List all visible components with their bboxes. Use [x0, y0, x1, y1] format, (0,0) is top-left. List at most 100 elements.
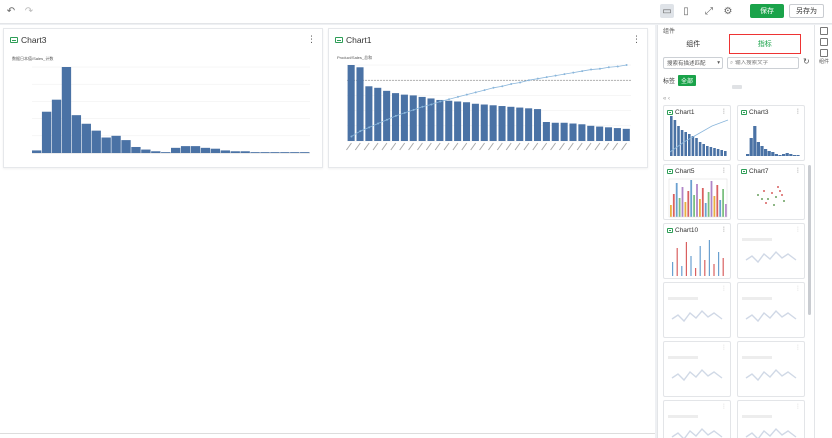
component-thumbnail[interactable]: ⋮: [663, 341, 731, 397]
tab-components[interactable]: 组件: [658, 33, 729, 55]
component-thumbnail[interactable]: ⋮: [663, 400, 731, 438]
preview-bar: [676, 248, 678, 276]
strip-item-components[interactable]: 组件: [818, 27, 830, 65]
component-thumbnail[interactable]: ⋮: [737, 282, 805, 338]
preview-bar: [725, 204, 727, 217]
histogram-bar: [190, 146, 201, 153]
preview-bar: [746, 154, 750, 156]
x-tick-label: [488, 142, 494, 151]
mobile-view-icon[interactable]: ▯: [679, 4, 693, 18]
tab-metrics[interactable]: 指标: [728, 34, 801, 54]
preview-bar: [681, 266, 683, 276]
component-thumbnail[interactable]: Chart10 ⋮: [663, 223, 731, 279]
preview-bar: [760, 146, 764, 156]
component-panel: 组件 组件 指标 搜索有描述匹配 ▾ ⌕ ↻ 标签 全部 « ‹ Chart1⋮…: [657, 25, 814, 438]
thumbnail-preview: [668, 415, 723, 438]
x-tick-label: [417, 142, 423, 151]
refresh-icon[interactable]: ↻: [803, 57, 810, 69]
preview-bar: [720, 150, 723, 156]
pager-arrows-icon[interactable]: « ‹: [663, 96, 670, 102]
component-thumbnail[interactable]: ⋮: [737, 341, 805, 397]
x-tick-label: [505, 142, 512, 151]
chart-card-chart1[interactable]: Chart1 ⋮ Product/Sales_总和: [328, 28, 648, 168]
component-thumbnail[interactable]: ⋮: [737, 400, 805, 438]
chart-subtitle: Product/Sales_总和: [337, 54, 372, 60]
cumulative-point: [625, 64, 628, 66]
pareto-bar: [569, 123, 577, 141]
search-box[interactable]: ⌕: [727, 57, 799, 69]
histogram-bar: [260, 152, 270, 153]
cumulative-point: [536, 77, 539, 80]
component-thumbnail[interactable]: Chart3 ⋮: [737, 105, 805, 161]
panel-tabs: 组件 指标: [658, 33, 815, 55]
component-thumbnail[interactable]: ⋮: [663, 282, 731, 338]
preview-line: [671, 309, 723, 323]
component-thumbnail[interactable]: Chart7 ⋮: [737, 164, 805, 220]
histogram-bar: [180, 146, 191, 153]
pareto-chart: Product/Sales_总和: [337, 54, 631, 151]
preview-bar: [722, 189, 724, 217]
cumulative-point: [572, 71, 575, 74]
desktop-view-icon[interactable]: ▭: [660, 4, 674, 18]
pareto-bar: [445, 100, 453, 141]
save-button[interactable]: 保存: [750, 4, 784, 18]
x-tick-label: [496, 142, 503, 151]
cumulative-point: [385, 118, 388, 121]
pareto-bar: [551, 122, 559, 141]
collapse-handle[interactable]: [732, 85, 742, 89]
histogram-bar: [270, 152, 280, 153]
x-tick-label: [443, 142, 450, 151]
pareto-bar: [400, 94, 408, 141]
cumulative-point: [412, 108, 415, 111]
search-input[interactable]: [735, 60, 792, 66]
histogram-bar: [41, 111, 52, 153]
cumulative-point: [563, 73, 566, 76]
thumbnail-preview: [668, 178, 728, 218]
sheet-tabs-bar: [0, 433, 655, 438]
fullscreen-icon[interactable]: ⤢: [702, 4, 716, 18]
cumulative-point: [456, 95, 459, 98]
chart-card-chart3[interactable]: Chart3 ⋮ 数据日本值/Sales_计数: [3, 28, 323, 168]
preview-point: [783, 200, 785, 202]
redo-icon[interactable]: ↷: [22, 5, 36, 19]
undo-icon[interactable]: ↶: [4, 5, 18, 19]
preview-point: [775, 196, 777, 198]
histogram-bar: [171, 147, 181, 153]
preview-line: [745, 250, 797, 264]
preview-line: [745, 368, 797, 382]
component-thumbnail[interactable]: Chart1 ⋮: [663, 105, 731, 161]
filter-select[interactable]: 搜索有描述匹配 ▾: [663, 57, 723, 69]
histogram-bar: [101, 137, 111, 153]
x-tick-label: [559, 142, 565, 151]
panel-scrollbar[interactable]: [808, 165, 811, 315]
pareto-bar: [560, 122, 568, 141]
cumulative-point: [607, 66, 610, 69]
preview-bar: [753, 126, 757, 156]
save-as-button[interactable]: 另存为: [789, 4, 824, 18]
cumulative-point: [448, 98, 451, 101]
preview-bar: [699, 199, 701, 217]
x-tick-label: [434, 142, 441, 151]
histogram-bar: [51, 99, 62, 153]
preview-placeholder: [742, 297, 772, 300]
x-tick-label: [363, 142, 370, 151]
histogram-bar: [200, 147, 211, 153]
component-thumbnail[interactable]: Chart5 ⋮: [663, 164, 731, 220]
cumulative-point: [403, 111, 406, 114]
pareto-bar: [347, 65, 355, 141]
preview-point: [781, 194, 783, 196]
histogram-bar: [240, 151, 250, 153]
cumulative-point: [554, 74, 557, 77]
preview-bar: [782, 154, 786, 156]
thumbnail-preview: [746, 126, 800, 156]
preview-line: [671, 368, 723, 382]
x-tick-label: [585, 142, 592, 151]
pareto-bar: [462, 102, 471, 141]
settings-icon[interactable]: ⚙: [721, 4, 735, 18]
pareto-bar: [542, 122, 550, 141]
chart-subtitle: 数据日本值/Sales_计数: [12, 55, 53, 61]
component-thumbnail[interactable]: ⋮: [737, 223, 805, 279]
tag-all-button[interactable]: 全部: [678, 75, 697, 86]
x-tick-label: [381, 142, 388, 151]
thumbnail-preview: [669, 116, 729, 156]
